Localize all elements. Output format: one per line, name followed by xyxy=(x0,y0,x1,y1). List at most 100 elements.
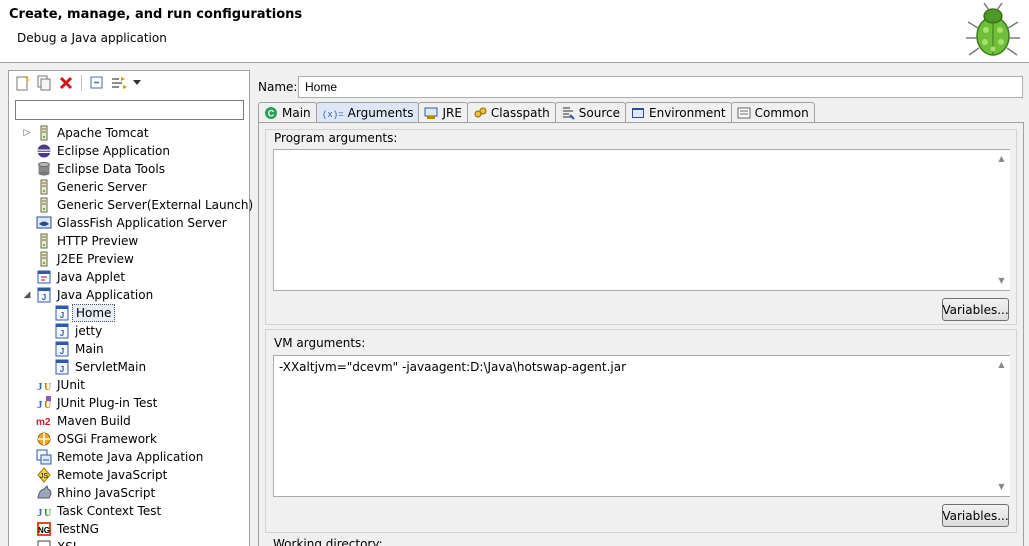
program-arguments-scrollbar[interactable]: ▲ ▼ xyxy=(993,150,1010,290)
tree-item[interactable]: Java Applet xyxy=(9,268,249,286)
new-config-icon[interactable] xyxy=(12,73,32,93)
scroll-up-icon[interactable]: ▲ xyxy=(993,358,1010,372)
program-variables-button[interactable]: Variables... xyxy=(942,298,1009,321)
server-icon xyxy=(36,179,52,195)
tree-item[interactable]: XSLXSL xyxy=(9,538,249,546)
tree-child-item[interactable]: J ServletMain xyxy=(9,358,249,376)
tree-item-label: J2EE Preview xyxy=(57,252,134,266)
svg-text:C: C xyxy=(268,109,275,119)
osgi-icon xyxy=(36,431,52,447)
server-icon xyxy=(36,233,52,249)
filter-input[interactable] xyxy=(15,100,244,120)
svg-text:J: J xyxy=(60,311,64,320)
tree-toolbar xyxy=(9,71,249,95)
tab-label: Main xyxy=(282,106,311,120)
tree-item[interactable]: NG TestNG xyxy=(9,520,249,538)
tree-item-label: jetty xyxy=(75,324,103,338)
tree-item[interactable]: J U JUnit Plug-in Test xyxy=(9,394,249,412)
tree-item-label: Generic Server(External Launch) xyxy=(57,198,254,212)
name-input[interactable] xyxy=(298,76,1023,98)
tab-common[interactable]: Common xyxy=(730,102,815,123)
program-arguments-group: Program arguments: ▲ ▼ Variables... xyxy=(265,129,1017,325)
tab-classpath[interactable]: Classpath xyxy=(466,102,556,123)
arguments-panel: Program arguments: ▲ ▼ Variables... VM a… xyxy=(258,122,1024,546)
name-label: Name: xyxy=(258,80,298,94)
tree-item[interactable]: Generic Server xyxy=(9,178,249,196)
svg-text:J: J xyxy=(37,399,43,411)
tree-item[interactable]: Remote Java Application xyxy=(9,448,249,466)
source-tab-icon xyxy=(561,106,575,120)
svg-text:(x)=: (x)= xyxy=(322,110,344,120)
tree-item[interactable]: Generic Server(External Launch) xyxy=(9,196,253,214)
tree-item-label: JUnit Plug-in Test xyxy=(57,396,158,410)
delete-config-icon[interactable] xyxy=(56,73,76,93)
tree-item-label: Home xyxy=(72,304,116,322)
task-context-icon: JU xyxy=(36,503,52,519)
debug-bug-icon xyxy=(966,2,1020,56)
tree-item[interactable]: J U JUnit xyxy=(9,376,249,394)
dropdown-chevron-icon[interactable] xyxy=(131,73,143,93)
classpath-tab-icon xyxy=(473,106,487,120)
filter-icon[interactable] xyxy=(109,73,129,93)
tree-item[interactable]: m2 Maven Build xyxy=(9,412,249,430)
tree-item[interactable]: GlassFish Application Server xyxy=(9,214,249,232)
tree-item[interactable]: HTTP Preview xyxy=(9,232,249,250)
program-arguments-textarea[interactable] xyxy=(273,149,1010,291)
tree-item[interactable]: Rhino JavaScript xyxy=(9,484,249,502)
vm-arguments-textarea[interactable]: -XXaltjvm="dcevm" -javaagent:D:\Java\hot… xyxy=(273,355,1010,497)
tab-label: Environment xyxy=(649,106,726,120)
svg-text:JS: JS xyxy=(40,473,49,480)
tree-item[interactable]: Eclipse Application xyxy=(9,142,249,160)
tree-item-label: Rhino JavaScript xyxy=(57,486,156,500)
tree-item-label: ServletMain xyxy=(75,360,147,374)
svg-text:J: J xyxy=(60,329,64,338)
tab-arguments[interactable]: (x)= Arguments xyxy=(315,102,420,123)
expand-arrow-icon[interactable]: ◢ xyxy=(22,290,32,300)
launch-configurations-dialog: Create, manage, and run configurations D… xyxy=(0,0,1029,546)
svg-text:J: J xyxy=(60,365,64,374)
collapse-all-icon[interactable] xyxy=(87,73,107,93)
collapse-arrow-icon[interactable]: ▷ xyxy=(22,128,32,138)
tree-item[interactable]: Eclipse Data Tools xyxy=(9,160,249,178)
scroll-down-icon[interactable]: ▼ xyxy=(993,480,1010,494)
tree-item[interactable]: J2EE Preview xyxy=(9,250,249,268)
tree-child-item[interactable]: J Home xyxy=(9,304,249,322)
tree-item[interactable]: JS Remote JavaScript xyxy=(9,466,249,484)
scroll-up-icon[interactable]: ▲ xyxy=(993,152,1010,166)
vm-arguments-label: VM arguments: xyxy=(274,336,366,350)
tab-label: Common xyxy=(754,106,809,120)
svg-text:J: J xyxy=(42,293,46,302)
tree-item-label: Generic Server xyxy=(57,180,147,194)
tab-environment[interactable]: Environment xyxy=(625,102,732,123)
tree-child-item[interactable]: J Main xyxy=(9,340,249,358)
tree-item[interactable]: J U Task Context Test xyxy=(9,502,249,520)
tree-item-label: Main xyxy=(75,342,104,356)
java-app-icon: J xyxy=(54,305,70,321)
vm-arguments-scrollbar[interactable]: ▲ ▼ xyxy=(993,356,1010,496)
tab-jre[interactable]: JRE xyxy=(418,102,468,123)
svg-text:J: J xyxy=(37,507,43,519)
tab-source[interactable]: Source xyxy=(554,102,626,123)
tree-item-label: HTTP Preview xyxy=(57,234,139,248)
svg-text:J: J xyxy=(60,347,64,356)
tree-item[interactable]: ▷ Apache Tomcat xyxy=(9,124,249,142)
tree-item[interactable]: OSGi Framework xyxy=(9,430,249,448)
server-icon xyxy=(36,251,52,267)
server-icon xyxy=(36,197,52,213)
svg-text:U: U xyxy=(44,400,51,411)
duplicate-config-icon[interactable] xyxy=(34,73,54,93)
scroll-down-icon[interactable]: ▼ xyxy=(993,274,1010,288)
tree-child-item[interactable]: Jjetty xyxy=(9,322,249,340)
tab-main[interactable]: C Main xyxy=(258,102,317,123)
server-icon xyxy=(36,125,52,141)
main-tab-icon: C xyxy=(264,106,278,120)
tree-item-label: OSGi Framework xyxy=(57,432,157,446)
tab-label: Classpath xyxy=(490,106,550,120)
vm-variables-button[interactable]: Variables... xyxy=(942,504,1009,527)
tree-item-label: Java Applet xyxy=(57,270,126,284)
banner-title: Create, manage, and run configurations xyxy=(9,7,303,22)
tree-item-label: JUnit xyxy=(57,378,85,392)
svg-text:NG: NG xyxy=(38,526,50,535)
tree-item[interactable]: ◢ J Java Application xyxy=(9,286,249,304)
dialog-banner: Create, manage, and run configurations D… xyxy=(0,0,1029,63)
